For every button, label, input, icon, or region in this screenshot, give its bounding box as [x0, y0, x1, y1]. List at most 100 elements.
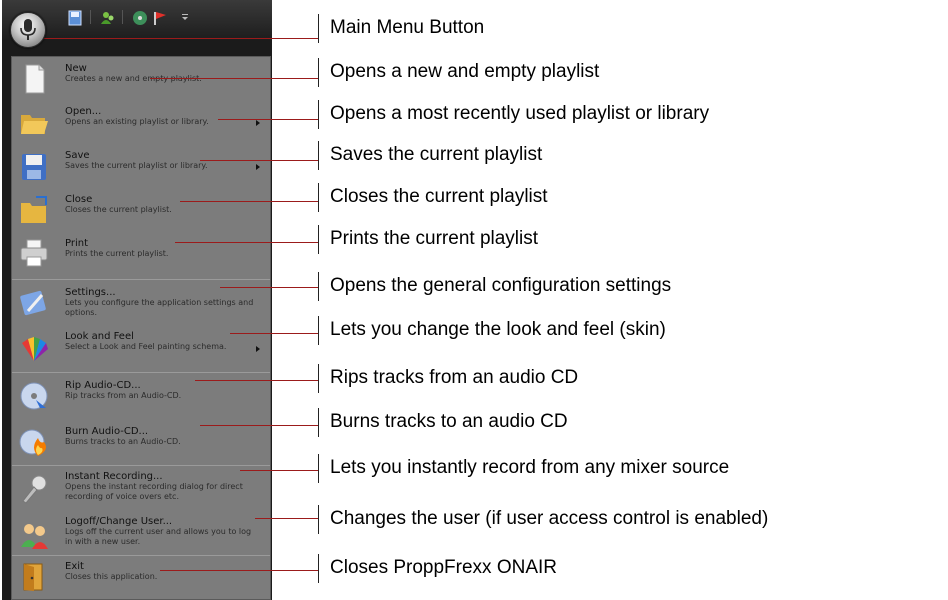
- callout-connector: [220, 287, 318, 288]
- menu-item-desc: Saves the current playlist or library.: [65, 161, 208, 170]
- menu-item-title: Close: [65, 194, 93, 205]
- callout-bracket: [318, 14, 319, 43]
- burn-cd-icon: [18, 426, 50, 458]
- callout-connector: [195, 380, 318, 381]
- menu-item-instant-recording[interactable]: Instant Recording... Opens the instant r…: [12, 467, 270, 511]
- settings-icon: [18, 287, 50, 319]
- callout-label: Burns tracks to an audio CD: [330, 411, 568, 432]
- open-folder-icon: [18, 107, 50, 139]
- callout-label: Closes ProppFrexx ONAIR: [330, 557, 558, 578]
- menu-item-save[interactable]: Save Saves the current playlist or libra…: [12, 145, 270, 185]
- toolbar-separator: [90, 10, 91, 24]
- menu-item-desc: Burns tracks to an Audio-CD.: [65, 437, 181, 446]
- rip-cd-icon: [18, 380, 50, 412]
- printer-icon: [18, 237, 50, 269]
- callout-bracket: [318, 454, 319, 483]
- callout-bracket: [318, 100, 319, 129]
- toolbar-separator: [122, 10, 123, 24]
- menu-divider: [12, 465, 270, 466]
- save-quick-icon[interactable]: [68, 10, 84, 26]
- menu-item-print[interactable]: Print Prints the current playlist.: [12, 233, 270, 273]
- callout-connector: [200, 425, 318, 426]
- callout-connector: [175, 242, 318, 243]
- menu-item-close[interactable]: Close Closes the current playlist.: [12, 189, 270, 229]
- menu-item-title: Look and Feel: [65, 331, 134, 342]
- callout-bracket: [318, 141, 319, 170]
- callout-label: Changes the user (if user access control…: [330, 508, 769, 529]
- callout-label: Saves the current playlist: [330, 144, 543, 165]
- menu-item-title: Save: [65, 150, 90, 161]
- submenu-arrow-icon: [256, 120, 260, 126]
- exit-door-icon: [18, 561, 50, 593]
- flag-quick-icon[interactable]: [152, 10, 168, 26]
- callout-label: Opens the general configuration settings: [330, 275, 672, 296]
- menu-item-title: Instant Recording...: [65, 471, 163, 482]
- menu-body: New Creates a new and empty playlist. Op…: [11, 56, 271, 600]
- callout-bracket: [318, 364, 319, 393]
- callout-bracket: [318, 225, 319, 254]
- callout-label: Main Menu Button: [330, 17, 485, 38]
- menu-item-burn-audio-cd[interactable]: Burn Audio-CD... Burns tracks to an Audi…: [12, 420, 270, 464]
- microphone-logo-icon: [20, 19, 36, 40]
- menu-item-title: Rip Audio-CD...: [65, 380, 141, 391]
- callout-bracket: [318, 554, 319, 583]
- callout-bracket: [318, 58, 319, 87]
- close-folder-icon: [18, 195, 50, 227]
- menu-item-open[interactable]: Open... Opens an existing playlist or li…: [12, 101, 270, 141]
- menu-item-title: Burn Audio-CD...: [65, 426, 149, 437]
- menu-item-title: Exit: [65, 561, 84, 572]
- callout-bracket: [318, 183, 319, 212]
- callout-connector: [160, 570, 318, 571]
- menu-item-desc: Opens the instant recording dialog for d…: [65, 482, 243, 501]
- callout-bracket: [318, 316, 319, 345]
- menu-item-title: Settings...: [65, 287, 116, 298]
- callout-connector: [240, 470, 318, 471]
- submenu-arrow-icon: [256, 346, 260, 352]
- callout-label: Lets you instantly record from any mixer…: [330, 457, 730, 478]
- submenu-arrow-icon: [256, 164, 260, 170]
- menu-item-desc: Creates a new and empty playlist.: [65, 74, 202, 83]
- user-quick-icon[interactable]: [100, 10, 116, 26]
- callout-label: Opens a new and empty playlist: [330, 61, 600, 82]
- menu-item-desc: Closes this application.: [65, 572, 158, 581]
- callout-connector: [230, 333, 318, 334]
- callout-connector: [180, 201, 318, 202]
- callout-connector: [218, 119, 318, 120]
- callout-connector: [200, 160, 318, 161]
- callout-label: Closes the current playlist: [330, 186, 548, 207]
- new-document-icon: [18, 63, 50, 95]
- menu-item-title: Open...: [65, 106, 102, 117]
- menu-divider: [12, 279, 270, 280]
- microphone-icon: [18, 473, 50, 505]
- menu-item-new[interactable]: New Creates a new and empty playlist.: [12, 59, 270, 99]
- callout-label: Opens a most recently used playlist or l…: [330, 103, 710, 124]
- callout-bracket: [318, 505, 319, 534]
- menu-item-title: New: [65, 63, 87, 74]
- callout-label: Rips tracks from an audio CD: [330, 367, 579, 388]
- cd-quick-icon[interactable]: [132, 10, 148, 26]
- callout-label: Lets you change the look and feel (skin): [330, 319, 666, 340]
- palette-icon: [18, 333, 50, 365]
- menu-item-desc: Lets you configure the application setti…: [65, 298, 254, 317]
- callout-label: Prints the current playlist: [330, 228, 539, 249]
- customize-toolbar-icon[interactable]: [180, 12, 196, 28]
- menu-item-title: Logoff/Change User...: [65, 516, 173, 527]
- callout-bracket: [318, 408, 319, 437]
- callout-connector: [255, 518, 318, 519]
- save-floppy-icon: [18, 151, 50, 183]
- callout-connector: [150, 78, 318, 79]
- users-icon: [18, 519, 50, 551]
- menu-item-title: Print: [65, 238, 89, 249]
- menu-item-desc: Prints the current playlist.: [65, 249, 169, 258]
- menu-divider: [12, 555, 270, 556]
- main-menu-button[interactable]: [10, 12, 46, 48]
- menu-item-desc: Logs off the current user and allows you…: [65, 527, 252, 546]
- menu-item-desc: Closes the current playlist.: [65, 205, 172, 214]
- menu-item-exit[interactable]: Exit Closes this application.: [12, 557, 270, 597]
- application-menu-panel: New Creates a new and empty playlist. Op…: [2, 0, 272, 600]
- menu-item-desc: Select a Look and Feel painting schema.: [65, 342, 227, 351]
- menu-item-desc: Rip tracks from an Audio-CD.: [65, 391, 182, 400]
- menu-item-logoff-change-user[interactable]: Logoff/Change User... Logs off the curre…: [12, 513, 270, 557]
- menu-divider: [12, 372, 270, 373]
- callout-connector: [42, 38, 318, 39]
